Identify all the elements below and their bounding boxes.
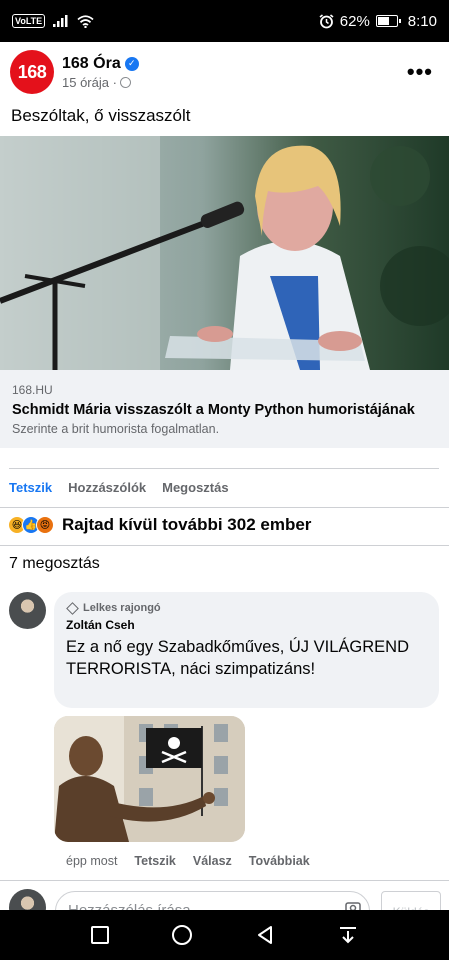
link-title: Schmidt Mária visszaszólt a Monty Python… <box>12 402 415 418</box>
divider <box>9 468 439 469</box>
share-button[interactable]: Megosztás <box>162 480 228 495</box>
battery-icon <box>375 15 401 27</box>
comment-input-placeholder: Hozzászólás írása... <box>68 902 203 910</box>
comment-image[interactable] <box>54 716 245 842</box>
comment-time: épp most <box>66 854 118 868</box>
nav-back-icon[interactable] <box>255 925 275 945</box>
system-nav-bar <box>0 910 449 960</box>
send-button[interactable]: Küldés <box>381 891 441 910</box>
clock: 8:10 <box>407 12 437 30</box>
globe-icon <box>119 76 131 88</box>
page-meta: 168 Óra ✓ 15 órája · <box>62 55 139 90</box>
nav-down-icon[interactable] <box>338 925 358 945</box>
shares-count[interactable]: 7 megosztás <box>9 555 100 573</box>
link-description: Szerinte a brit humorista fogalmatlan. <box>12 422 220 436</box>
post-text: Beszóltak, ő visszaszólt <box>11 106 191 125</box>
status-bar: VoLTE 62% 8:10 <box>0 0 449 42</box>
avatar[interactable] <box>9 592 46 629</box>
comment-author[interactable]: Zoltán Cseh <box>66 618 427 632</box>
avatar <box>9 889 46 910</box>
comment-reply-button[interactable]: Válasz <box>193 854 232 868</box>
comment-input[interactable]: Hozzászólás írása... <box>55 891 370 910</box>
link-preview[interactable]: 168.HU Schmidt Mária visszaszólt a Monty… <box>0 370 449 448</box>
comment-bubble: Lelkes rajongó Zoltán Cseh Ez a nő egy S… <box>54 592 439 708</box>
post-header: 168 168 Óra ✓ 15 órája · ••• <box>0 42 449 102</box>
divider <box>0 507 449 508</box>
nav-square-icon[interactable] <box>91 926 110 944</box>
page-avatar[interactable]: 168 <box>10 50 54 94</box>
comment-button[interactable]: Hozzászólók <box>68 480 146 495</box>
fan-badge: Lelkes rajongó <box>66 601 427 615</box>
battery-percent: 62% <box>339 12 370 30</box>
comment-actions: épp most Tetszik Válasz Továbbiak <box>66 854 310 868</box>
more-icon[interactable]: ••• <box>401 55 439 89</box>
divider <box>0 545 449 546</box>
signal-icon <box>53 15 68 27</box>
link-preview-image[interactable] <box>0 136 449 370</box>
nav-home-icon[interactable] <box>172 925 193 945</box>
page-name[interactable]: 168 Óra <box>62 55 121 73</box>
camera-icon[interactable] <box>345 900 361 910</box>
post-action-bar: Tetszik Hozzászólók Megosztás <box>9 480 229 495</box>
volte-icon: VoLTE <box>12 14 46 28</box>
diamond-icon <box>66 601 79 615</box>
wifi-icon <box>77 14 94 28</box>
comment-composer: Hozzászólás írása... Küldés <box>0 880 449 910</box>
like-button[interactable]: Tetszik <box>9 480 52 495</box>
comment-like-button[interactable]: Tetszik <box>134 854 175 868</box>
comment-text: Ez a nő egy Szabadkőműves, ÚJ VILÁGREND … <box>66 638 409 678</box>
link-domain: 168.HU <box>12 383 53 397</box>
post-timestamp[interactable]: 15 órája · <box>62 75 117 90</box>
verified-icon: ✓ <box>124 56 139 71</box>
alarm-icon <box>319 13 334 28</box>
fan-badge-label: Lelkes rajongó <box>83 602 161 614</box>
angry-reaction-icon: 😡 <box>36 516 54 534</box>
reactions-text: Rajtad kívül további 302 ember <box>62 515 312 534</box>
reactions-summary[interactable]: 😆 👍 😡 Rajtad kívül további 302 ember <box>8 515 311 535</box>
comment-more-button[interactable]: Továbbiak <box>249 854 310 868</box>
